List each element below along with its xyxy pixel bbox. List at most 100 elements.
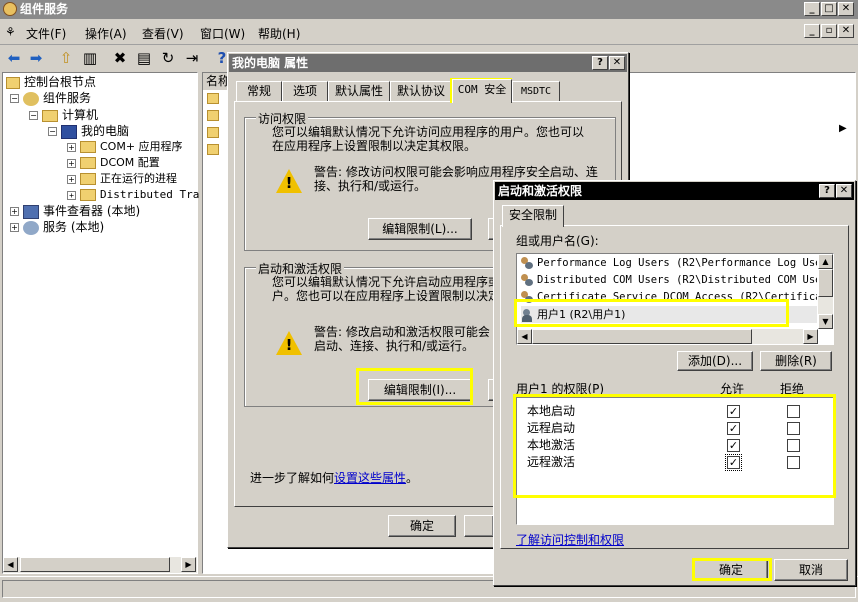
list-item[interactable]: Distributed COM Users (R2\Distributed CO… — [521, 272, 817, 289]
ok-button[interactable]: 确定 — [694, 559, 768, 581]
scroll-down-icon[interactable]: ▼ — [818, 314, 833, 329]
close-button[interactable]: ✕ — [838, 2, 854, 16]
allow-remote-activation-checkbox[interactable]: ✓ — [725, 454, 742, 471]
menu-window[interactable]: 窗口(W) — [200, 25, 245, 42]
tree-item-event-viewer[interactable]: + 事件查看器 (本地) — [10, 203, 140, 219]
scroll-thumb[interactable] — [818, 269, 833, 297]
collapse-icon[interactable]: − — [10, 94, 19, 103]
set-properties-link[interactable]: 设置这些属性 — [334, 471, 406, 485]
list-item[interactable]: Certificate Service DCOM Access (R2\Cert… — [521, 289, 817, 306]
deny-local-launch-checkbox[interactable] — [787, 405, 800, 418]
properties-dialog-title: 我的电脑 属性 — [229, 54, 627, 72]
minimize-button[interactable]: _ — [804, 2, 820, 16]
collapse-icon[interactable]: − — [48, 127, 57, 136]
tab-com-security[interactable]: COM 安全 — [452, 79, 512, 103]
expand-icon[interactable]: + — [67, 158, 76, 168]
tree-item-component-services[interactable]: − 组件服务 — [10, 90, 91, 106]
console-icon[interactable]: ⚘ — [5, 25, 16, 39]
component-services-icon — [3, 2, 17, 16]
event-viewer-icon — [23, 204, 39, 219]
expand-icon[interactable]: + — [10, 207, 19, 216]
deny-local-activation-checkbox[interactable] — [787, 439, 800, 452]
scroll-right-icon[interactable]: ▶ — [181, 557, 196, 572]
cancel-button[interactable]: 取消 — [774, 559, 848, 581]
more-actions-arrow-icon[interactable]: ▶ — [839, 123, 847, 134]
back-icon[interactable]: ⬅ — [4, 48, 24, 68]
perm-remote-launch: 远程启动 — [527, 421, 576, 435]
tree-item-distributed-transaction[interactable]: + Distributed Tra — [67, 187, 199, 203]
allow-column-header: 允许 — [720, 382, 745, 396]
tree-item-running-processes[interactable]: + 正在运行的进程 — [67, 171, 177, 187]
list-item[interactable]: Performance Log Users (R2\Performance Lo… — [521, 255, 817, 272]
menu-view[interactable]: 查看(V) — [142, 25, 184, 42]
help-button[interactable]: ? — [592, 56, 608, 70]
tree-horizontal-scrollbar[interactable]: ◀ ▶ — [3, 557, 197, 573]
mdi-close-button[interactable]: ✕ — [838, 24, 854, 38]
tree-item-computers[interactable]: − 计算机 — [29, 107, 98, 123]
add-button[interactable]: 添加(D)... — [677, 351, 753, 371]
scroll-thumb[interactable] — [532, 329, 752, 344]
expand-icon[interactable]: + — [67, 174, 76, 184]
deny-column-header: 拒绝 — [780, 382, 805, 396]
deny-remote-activation-checkbox[interactable] — [787, 456, 800, 469]
remove-button[interactable]: 删除(R) — [760, 351, 832, 371]
window-title: 组件服务 — [20, 2, 69, 16]
expand-icon[interactable]: + — [10, 223, 19, 232]
scroll-left-icon[interactable]: ◀ — [3, 557, 18, 572]
warning-mark: ! — [285, 336, 293, 354]
properties-icon[interactable]: ▤ — [134, 48, 154, 68]
refresh-icon[interactable]: ↻ — [158, 48, 178, 68]
user-list-hscrollbar[interactable]: ◀ ▶ — [517, 329, 818, 344]
maximize-button[interactable]: □ — [821, 2, 837, 16]
mdi-restore-button[interactable]: ▫ — [821, 24, 837, 38]
forward-icon[interactable]: ➡ — [26, 48, 46, 68]
perm-remote-activation: 远程激活 — [527, 455, 576, 469]
scroll-left-icon[interactable]: ◀ — [517, 329, 532, 344]
menu-help[interactable]: 帮助(H) — [258, 25, 300, 42]
scroll-thumb[interactable] — [20, 557, 170, 572]
folder-icon — [42, 109, 58, 122]
services-gear-icon — [23, 220, 39, 235]
allow-local-launch-checkbox[interactable]: ✓ — [727, 405, 740, 418]
edit-access-limits-button[interactable]: 编辑限制(L)... — [368, 218, 472, 240]
scroll-right-icon[interactable]: ▶ — [803, 329, 818, 344]
tab-general[interactable]: 常规 — [236, 81, 282, 102]
computer-icon — [61, 124, 77, 139]
tree-item-com-applications[interactable]: + COM+ 应用程序 — [67, 139, 183, 155]
tab-options[interactable]: 选项 — [282, 81, 328, 102]
cancel-button[interactable] — [464, 515, 494, 537]
list-item-selected[interactable]: 用户1 (R2\用户1) — [521, 306, 817, 323]
tab-msdtc[interactable]: MSDTC — [512, 81, 560, 102]
export-icon[interactable]: ⇥ — [182, 48, 202, 68]
user-list: Performance Log Users (R2\Performance Lo… — [516, 253, 834, 345]
tree-item-services[interactable]: + 服务 (本地) — [10, 219, 104, 235]
close-button[interactable]: ✕ — [609, 56, 625, 70]
tab-default-properties[interactable]: 默认属性 — [328, 81, 390, 102]
collapse-icon[interactable]: − — [29, 111, 38, 120]
tab-default-protocols[interactable]: 默认协议 — [390, 81, 452, 102]
edit-launch-limits-button[interactable]: 编辑限制(I)... — [368, 379, 472, 401]
menu-bar: ⚘ 文件(F) 操作(A) 查看(V) 窗口(W) 帮助(H) _ ▫ ✕ — [0, 19, 858, 45]
tree-item-my-computer[interactable]: − 我的电脑 — [48, 123, 129, 139]
show-tree-icon[interactable]: ▥ — [80, 48, 100, 68]
expand-icon[interactable]: + — [67, 142, 76, 152]
tree-item-dcom-config[interactable]: + DCOM 配置 — [67, 155, 160, 171]
expand-icon[interactable]: + — [67, 190, 76, 200]
allow-local-activation-checkbox[interactable]: ✓ — [727, 439, 740, 452]
help-button[interactable]: ? — [819, 184, 835, 198]
delete-icon[interactable]: ✖ — [110, 48, 130, 68]
user-list-vscrollbar[interactable]: ▲ ▼ — [818, 254, 833, 329]
allow-remote-launch-checkbox[interactable]: ✓ — [727, 422, 740, 435]
tab-security-limits[interactable]: 安全限制 — [502, 205, 564, 227]
menu-action[interactable]: 操作(A) — [85, 25, 127, 42]
mdi-minimize-button[interactable]: _ — [804, 24, 820, 38]
deny-remote-launch-checkbox[interactable] — [787, 422, 800, 435]
up-folder-icon[interactable]: ⇧ — [56, 48, 76, 68]
menu-file[interactable]: 文件(F) — [26, 25, 66, 42]
close-button[interactable]: ✕ — [836, 184, 852, 198]
tree-item-console-root[interactable]: 控制台根节点 — [6, 74, 96, 90]
scroll-up-icon[interactable]: ▲ — [818, 254, 833, 269]
folder-icon — [207, 110, 219, 121]
ok-button[interactable]: 确定 — [388, 515, 456, 537]
learn-access-control-link[interactable]: 了解访问控制和权限 — [516, 533, 624, 547]
